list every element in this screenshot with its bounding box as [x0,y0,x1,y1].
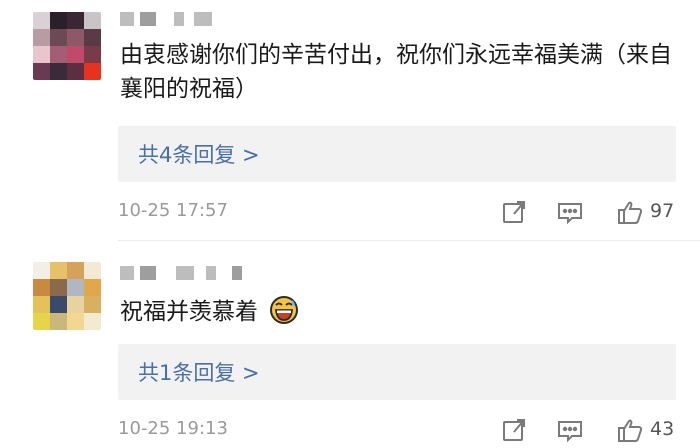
comment-item: 祝福并羡慕着 共1条回复 > 10-25 19:13 43 [0,0,700,447]
grinning-sweat-emoji [269,295,299,325]
view-replies-button[interactable]: 共1条回复 > [118,344,676,400]
comment-footer: 10-25 19:13 43 [118,416,678,446]
share-icon[interactable] [500,416,528,444]
like-count: 43 [650,418,675,440]
comment-text-content: 祝福并羡慕着 [120,299,258,325]
username-redacted[interactable] [120,262,242,284]
timestamp: 10-25 19:13 [118,418,228,439]
replies-label: 共1条回复 > [138,361,260,385]
avatar[interactable] [33,262,101,330]
like-icon[interactable] [616,416,644,444]
comment-icon[interactable] [556,416,584,444]
comment-text: 祝福并羡慕着 [120,295,680,329]
